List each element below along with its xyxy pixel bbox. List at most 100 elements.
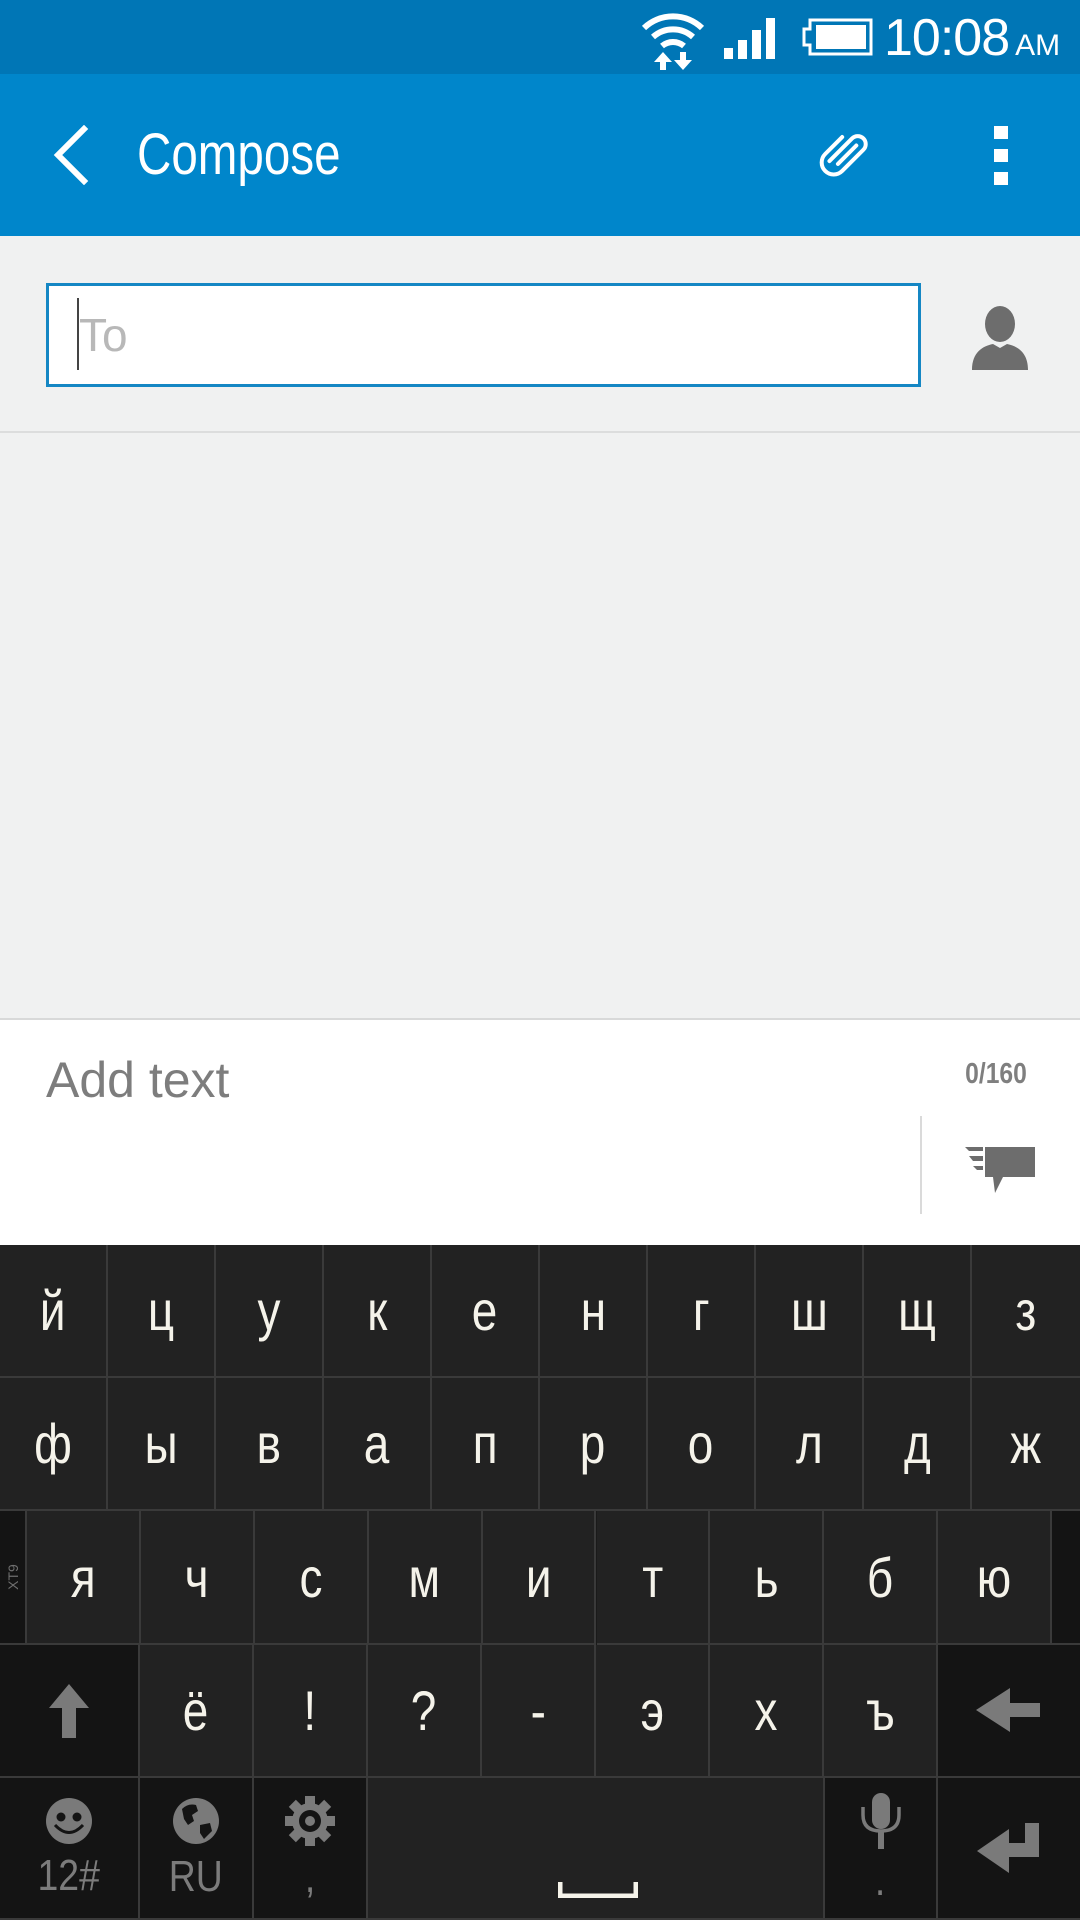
key-label: й — [40, 1279, 66, 1342]
key-2-5[interactable]: п — [432, 1378, 540, 1511]
key-label: ч — [184, 1545, 209, 1609]
key-2-1[interactable]: ф — [0, 1378, 108, 1511]
key-4-2[interactable]: ! — [254, 1645, 368, 1778]
period-label: . — [875, 1856, 886, 1905]
enter-key[interactable] — [938, 1778, 1080, 1920]
person-icon — [972, 306, 1028, 370]
key-3-6[interactable]: т — [596, 1511, 711, 1645]
key-3-1[interactable]: я — [27, 1511, 141, 1645]
key-2-2[interactable]: ы — [108, 1378, 216, 1511]
shift-arrow-icon — [49, 1683, 89, 1738]
back-button[interactable] — [30, 112, 110, 198]
key-1-2[interactable]: ц — [108, 1245, 216, 1378]
key-2-4[interactable]: а — [324, 1378, 432, 1511]
key-1-4[interactable]: к — [324, 1245, 432, 1378]
key-label: ж — [1010, 1412, 1042, 1475]
shift-key[interactable] — [0, 1645, 140, 1778]
key-label: ц — [147, 1279, 175, 1342]
key-1-10[interactable]: з — [972, 1245, 1080, 1378]
symbols-label: 12# — [37, 1851, 101, 1900]
key-label: б — [867, 1545, 894, 1609]
key-label: ъ — [865, 1679, 895, 1742]
language-key[interactable]: RU — [140, 1778, 254, 1920]
key-label: м — [408, 1545, 441, 1609]
key-label: е — [472, 1279, 498, 1342]
key-label: н — [580, 1279, 606, 1342]
key-3-9[interactable]: ю — [938, 1511, 1053, 1645]
key-3-4[interactable]: м — [368, 1511, 483, 1645]
send-message-icon — [965, 1147, 1035, 1193]
key-4-1[interactable]: ё — [140, 1645, 254, 1778]
key-label: ю — [976, 1545, 1012, 1609]
key-1-3[interactable]: у — [216, 1245, 324, 1378]
key-label: з — [1015, 1279, 1037, 1342]
text-cursor — [77, 298, 79, 370]
key-3-7[interactable]: ь — [710, 1511, 825, 1645]
paperclip-icon — [819, 134, 868, 177]
status-bar: 10:08 AM — [0, 0, 1080, 74]
voice-input-key[interactable]: . — [825, 1778, 938, 1920]
key-2-6[interactable]: р — [540, 1378, 648, 1511]
key-label: ! — [303, 1679, 317, 1742]
key-label: т — [641, 1545, 663, 1609]
recipient-input[interactable] — [49, 286, 918, 384]
symbols-key[interactable]: 12# — [0, 1778, 140, 1920]
keyboard: XT9 12# RU , . й ц у к е н г ш щ з ф ы в… — [0, 1245, 1080, 1920]
key-label: я — [70, 1545, 96, 1609]
key-label: г — [692, 1279, 710, 1342]
key-4-6[interactable]: х — [710, 1645, 824, 1778]
send-button[interactable] — [940, 1120, 1060, 1220]
key-label: о — [688, 1412, 714, 1475]
keyboard-padding — [1052, 1511, 1080, 1645]
key-label: ё — [183, 1679, 209, 1742]
settings-key[interactable]: , — [254, 1778, 368, 1920]
message-input[interactable] — [46, 1040, 896, 1120]
key-label: щ — [898, 1279, 936, 1342]
to-field[interactable] — [46, 283, 921, 387]
key-label: с — [299, 1545, 323, 1609]
key-label: и — [525, 1545, 552, 1609]
key-4-4[interactable]: - — [482, 1645, 596, 1778]
attach-button[interactable] — [800, 114, 890, 194]
key-3-5[interactable]: и — [482, 1511, 597, 1645]
key-4-5[interactable]: э — [596, 1645, 710, 1778]
key-label: ы — [144, 1412, 178, 1475]
key-1-5[interactable]: е — [432, 1245, 540, 1378]
key-label: ? — [411, 1679, 437, 1742]
key-2-8[interactable]: л — [756, 1378, 864, 1511]
key-3-8[interactable]: б — [824, 1511, 939, 1645]
key-label: х — [754, 1679, 778, 1742]
key-1-8[interactable]: ш — [756, 1245, 864, 1378]
key-label: у — [257, 1279, 281, 1342]
key-label: - — [530, 1679, 546, 1742]
character-counter: 0/160 — [965, 1058, 1027, 1090]
overflow-menu-button[interactable] — [965, 110, 1037, 200]
clock-time: 10:08 — [884, 9, 1010, 67]
key-4-7[interactable]: ъ — [824, 1645, 938, 1778]
key-2-9[interactable]: д — [864, 1378, 972, 1511]
globe-icon — [173, 1798, 219, 1844]
gear-icon — [285, 1796, 335, 1846]
overflow-menu-icon — [994, 126, 1008, 185]
key-1-1[interactable]: й — [0, 1245, 108, 1378]
space-key[interactable] — [368, 1778, 825, 1920]
key-4-3[interactable]: ? — [368, 1645, 482, 1778]
comma-label: , — [304, 1853, 316, 1902]
key-1-6[interactable]: н — [540, 1245, 648, 1378]
xt9-tab[interactable]: XT9 — [0, 1511, 27, 1645]
backspace-arrow-icon — [976, 1687, 1040, 1732]
key-label: п — [472, 1412, 498, 1475]
key-2-10[interactable]: ж — [972, 1378, 1080, 1511]
conversation-area — [0, 433, 1080, 1019]
key-1-9[interactable]: щ — [864, 1245, 972, 1378]
key-label: э — [640, 1679, 664, 1742]
key-2-7[interactable]: о — [648, 1378, 756, 1511]
key-1-7[interactable]: г — [648, 1245, 756, 1378]
contacts-button[interactable] — [960, 296, 1040, 380]
key-3-2[interactable]: ч — [140, 1511, 255, 1645]
key-label: а — [364, 1412, 390, 1475]
key-label: в — [256, 1412, 282, 1475]
key-3-3[interactable]: с — [254, 1511, 369, 1645]
backspace-key[interactable] — [938, 1645, 1080, 1778]
key-2-3[interactable]: в — [216, 1378, 324, 1511]
